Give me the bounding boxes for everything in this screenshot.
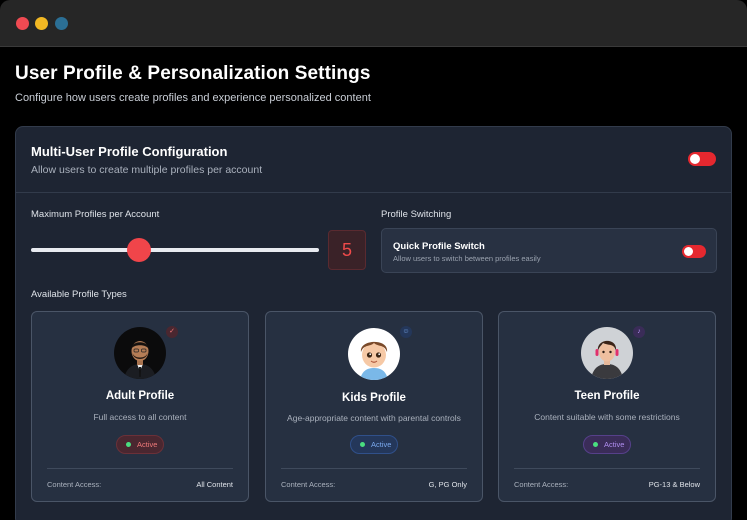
panel-title: Multi-User Profile Configuration <box>31 144 228 159</box>
max-profiles-slider[interactable] <box>31 238 319 262</box>
page-title: User Profile & Personalization Settings <box>15 63 371 84</box>
profile-switching-label: Profile Switching <box>381 209 452 220</box>
profile-card-teen[interactable]: ♪ Teen Profile Content suitable with som… <box>498 311 716 502</box>
profile-description: Content suitable with some restrictions <box>534 412 680 422</box>
content-access-label: Content Access: <box>47 480 102 489</box>
multi-user-panel: Multi-User Profile Configuration Allow u… <box>15 126 732 520</box>
content-access-label: Content Access: <box>514 480 569 489</box>
adult-avatar-icon <box>114 327 166 379</box>
kids-status-icon: ☺ <box>400 326 412 338</box>
app-window: User Profile & Personalization Settings … <box>0 0 747 520</box>
profile-name: Adult Profile <box>105 390 175 402</box>
card-divider <box>47 468 233 469</box>
content-access-value: G, PG Only <box>428 480 467 489</box>
status-badge: Active <box>583 435 631 454</box>
profile-name: Teen Profile <box>574 390 640 402</box>
teen-avatar-icon <box>581 327 633 379</box>
profile-card-adult[interactable]: ✓ Adult Profile Full access to all conte… <box>31 311 249 502</box>
minimize-window-dot[interactable] <box>35 17 48 30</box>
content-access-value: PG-13 & Below <box>648 480 700 489</box>
content-access-value: All Content <box>196 480 233 489</box>
card-divider <box>514 468 700 469</box>
quick-switch-card: Quick Profile Switch Allow users to swit… <box>381 228 717 273</box>
adult-status-icon: ✓ <box>166 326 178 338</box>
profile-description: Age-appropriate content with parental co… <box>287 413 461 423</box>
teen-status-icon: ♪ <box>633 326 645 338</box>
quick-switch-toggle[interactable] <box>682 245 706 258</box>
status-badge: Active <box>116 435 164 454</box>
maximize-window-dot[interactable] <box>55 17 68 30</box>
profile-card-kids[interactable]: ☺ Kids Profile Age-appropriate content w… <box>265 311 483 502</box>
panel-description: Allow users to create multiple profiles … <box>31 164 263 176</box>
title-bar <box>0 0 747 47</box>
status-badge: Active <box>350 435 398 454</box>
profile-description: Full access to all content <box>93 412 187 422</box>
slider-thumb[interactable] <box>127 238 151 262</box>
profile-name: Kids Profile <box>342 392 406 404</box>
profile-types-label: Available Profile Types <box>31 289 127 300</box>
kid-avatar-icon <box>348 328 400 380</box>
quick-switch-title: Quick Profile Switch <box>393 241 485 252</box>
quick-switch-description: Allow users to switch between profiles e… <box>393 254 541 263</box>
panel-header: Multi-User Profile Configuration Allow u… <box>16 127 731 193</box>
close-window-dot[interactable] <box>16 17 29 30</box>
multi-user-toggle[interactable] <box>688 152 716 166</box>
page-subtitle: Configure how users create profiles and … <box>15 92 371 104</box>
max-profiles-value: 5 <box>328 230 366 270</box>
content-access-label: Content Access: <box>281 480 336 489</box>
card-divider <box>281 468 467 469</box>
toggle-knob <box>684 247 693 256</box>
slider-track[interactable] <box>31 248 319 252</box>
max-profiles-label: Maximum Profiles per Account <box>31 209 160 220</box>
toggle-knob <box>690 154 700 164</box>
